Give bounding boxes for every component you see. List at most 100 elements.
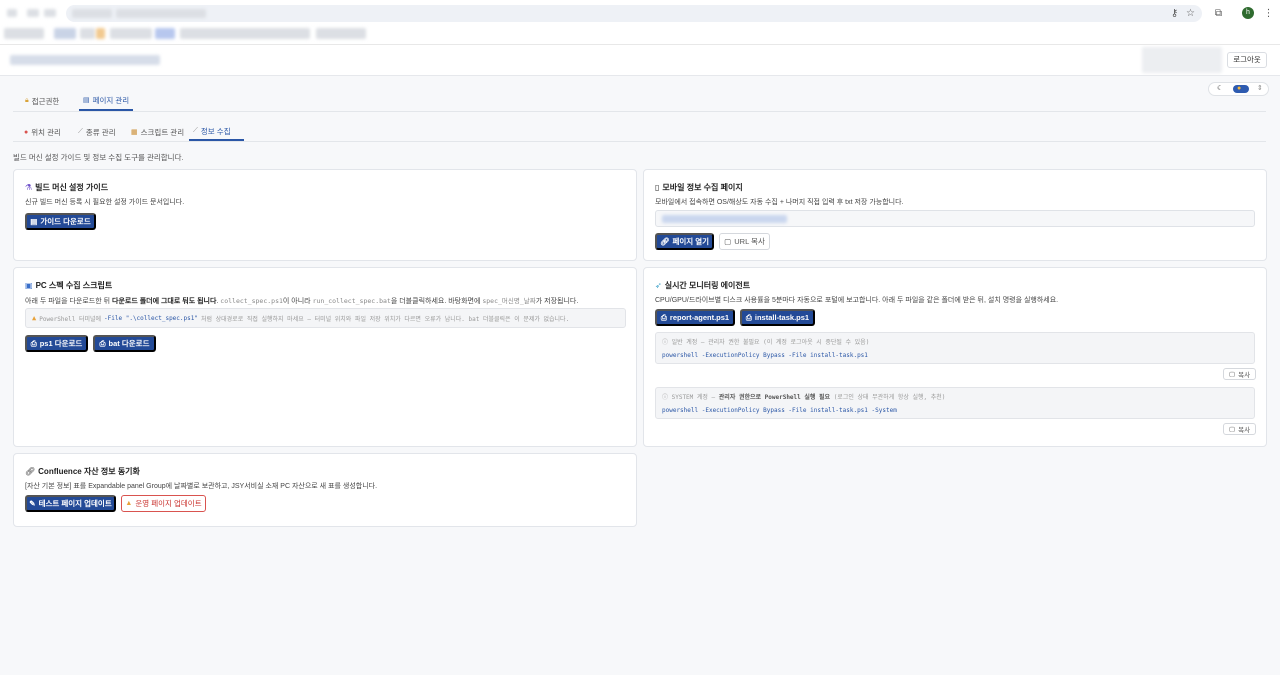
card-subtitle: 아래 두 파일을 다운로드한 뒤 다운로드 폴더에 그대로 둬도 됩니다. co… (25, 295, 578, 306)
tab-location[interactable]: ● 위치 관리 (20, 123, 65, 141)
warning-text: PowerShell 터미널에 (39, 315, 102, 323)
script-icon: ▦ (131, 129, 138, 136)
logout-button[interactable]: 로그아웃 (1227, 52, 1267, 68)
bat-download-button[interactable]: ⎙ bat 다운로드 (93, 335, 156, 352)
button-label: 페이지 열기 (672, 237, 710, 246)
button-label: 테스트 페이지 업데이트 (38, 499, 112, 508)
key-icon[interactable]: ⚷ (1168, 7, 1181, 20)
subtitle-text: 을 더블클릭하세요. 바탕화면에 (390, 298, 483, 305)
document-icon: ▤ (30, 217, 38, 226)
bookmark-placeholder[interactable] (155, 28, 175, 39)
copy-url-button[interactable]: ▢ URL 복사 (719, 233, 770, 250)
copy-command-button[interactable]: ▢ 복사 (1223, 423, 1256, 435)
card-title-text: 모바일 정보 수집 페이지 (662, 183, 743, 192)
button-label: URL 복사 (734, 237, 765, 246)
copy-command-button[interactable]: ▢ 복사 (1223, 368, 1256, 380)
tab-page-management[interactable]: ▤ 페이지 관리 (79, 91, 134, 111)
code-note-bold: 관리자 권한으로 PowerShell 실행 필요 (718, 394, 831, 401)
user-info-placeholder (1142, 47, 1222, 73)
link-icon: 🔗︎ (25, 467, 36, 476)
confluence-card: 🔗︎ Confluence 자산 정보 동기화 [자산 기본 정보] 표를 Ex… (13, 453, 637, 527)
mobile-url-field[interactable] (655, 210, 1255, 227)
download-icon: ⎙ (660, 312, 667, 322)
subtitle-code: run_collect_spec.bat (312, 297, 391, 305)
bookmark-placeholder[interactable] (96, 28, 105, 39)
test-page-update-button[interactable]: ✎ 테스트 페이지 업데이트 (25, 495, 116, 512)
guide-download-button[interactable]: ▤ 가이드 다운로드 (25, 213, 96, 230)
warning-text: 처럼 상대경로로 직접 실행하지 마세요 — 터미널 위치와 파일 저장 위치가… (200, 315, 570, 323)
subtitle-code: collect_spec.ps1 (220, 297, 283, 305)
button-label: 복사 (1238, 427, 1251, 434)
sub-tabs: ● 위치 관리 ⟋ 종류 관리 ▦ 스크립트 관리 ⟋ 정보 수집 (13, 123, 1266, 142)
install-task-download-button[interactable]: ⎙ install-task.ps1 (740, 309, 815, 326)
card-title: ▯ 모바일 정보 수집 페이지 (655, 182, 743, 193)
card-title: 🔗︎ Confluence 자산 정보 동기화 (25, 466, 140, 477)
star-icon[interactable]: ☆ (1184, 7, 1197, 20)
subtitle-text: 가 저장됩니다. (535, 298, 579, 305)
card-title-text: 실시간 모니터링 에이전트 (664, 281, 751, 290)
tab-script[interactable]: ▦ 스크립트 관리 (127, 123, 188, 141)
page-description: 빌드 머신 설정 가이드 및 정보 수집 도구를 관리합니다. (13, 153, 184, 162)
url-value-placeholder (662, 215, 787, 223)
nav-placeholder (44, 9, 56, 17)
extensions-icon[interactable]: ⧉ (1212, 7, 1225, 20)
bookmark-placeholder[interactable] (80, 28, 95, 39)
warning-icon: ▲ (32, 314, 37, 322)
download-icon: ⎙ (30, 338, 37, 348)
address-bar[interactable] (66, 5, 1202, 22)
button-label: 운영 페이지 업데이트 (135, 499, 202, 508)
warning-icon: ▲ (125, 500, 133, 507)
prod-page-update-button[interactable]: ▲ 운영 페이지 업데이트 (121, 495, 206, 512)
card-title: ⚗ 빌드 머신 설정 가이드 (25, 182, 108, 193)
bookmark-placeholder[interactable] (316, 28, 366, 39)
subtitle-text: 아래 두 파일을 다운로드한 뒤 (25, 298, 113, 305)
subtitle-code: spec_머신명_날짜 (482, 297, 536, 305)
card-subtitle: 모바일에서 접속하면 OS/해상도 자동 수집 + 나머지 직접 입력 후 tx… (655, 199, 904, 206)
tab-label: 스크립트 관리 (140, 127, 185, 137)
bookmark-placeholder[interactable] (4, 28, 44, 39)
tab-label: 위치 관리 (31, 127, 61, 137)
rocket-icon: ➶ (655, 281, 662, 290)
tab-type[interactable]: ⟋ 종류 관리 (74, 123, 120, 141)
tab-label: 정보 수집 (200, 126, 231, 136)
code-note: ⓘ 일반 계정 — 관리자 권한 불필요 (이 계정 로그아웃 시 중단될 수 … (662, 339, 870, 346)
url-placeholder (116, 9, 206, 18)
button-label: install-task.ps1 (754, 313, 810, 322)
profile-avatar[interactable]: h (1242, 7, 1254, 19)
code-note: ⓘ SYSTEM 계정 — 관리자 권한으로 PowerShell 실행 필요 … (662, 392, 1248, 401)
code-command[interactable]: powershell -ExecutionPolicy Bypass -File… (662, 407, 1248, 414)
link-icon: 🔗︎ (659, 237, 670, 246)
menu-icon[interactable]: ⋮ (1262, 7, 1275, 20)
open-page-button[interactable]: 🔗︎ 페이지 열기 (655, 233, 714, 250)
ps1-download-button[interactable]: ⎙ ps1 다운로드 (25, 335, 88, 352)
clipboard-icon: ▢ (724, 237, 732, 246)
report-agent-download-button[interactable]: ⎙ report-agent.ps1 (655, 309, 735, 326)
download-icon: ⎙ (745, 312, 752, 322)
code-note-text: ⓘ SYSTEM 계정 — (662, 394, 719, 401)
subtitle-text: 이 아니라 (282, 298, 313, 305)
tab-strip-placeholder (7, 9, 17, 17)
bookmark-placeholder[interactable] (110, 28, 152, 39)
nav-placeholder (27, 9, 39, 17)
card-subtitle: 신규 빌드 머신 등록 시 필요한 설정 가이드 문서입니다. (25, 199, 185, 206)
mobile-card: ▯ 모바일 정보 수집 페이지 모바일에서 접속하면 OS/해상도 자동 수집 … (643, 169, 1267, 261)
code-command[interactable]: powershell -ExecutionPolicy Bypass -File… (662, 352, 1248, 359)
flask-icon: ⚗ (25, 183, 33, 192)
tab-access[interactable]: 🔒︎ 접근권한 (21, 91, 63, 111)
card-subtitle: CPU/GPU/드라이브별 디스크 사용률을 5분마다 자동으로 포털에 보고합… (655, 297, 1059, 304)
card-title-text: Confluence 자산 정보 동기화 (38, 467, 140, 476)
guide-card: ⚗ 빌드 머신 설정 가이드 신규 빌드 머신 등록 시 필요한 설정 가이드 … (13, 169, 637, 261)
bookmark-placeholder[interactable] (54, 28, 76, 39)
card-title: ▣ PC 스펙 수집 스크립트 (25, 280, 112, 291)
tab-collect[interactable]: ⟋ 정보 수집 (189, 123, 244, 141)
button-label: 가이드 다운로드 (40, 217, 91, 226)
pc-spec-card: ▣ PC 스펙 수집 스크립트 아래 두 파일을 다운로드한 뒤 다운로드 폴더… (13, 267, 637, 447)
button-label: 복사 (1238, 372, 1251, 379)
code-block-system: ⓘ SYSTEM 계정 — 관리자 권한으로 PowerShell 실행 필요 … (655, 387, 1255, 419)
monitoring-agent-card: ➶ 실시간 모니터링 에이전트 CPU/GPU/드라이브별 디스크 사용률을 5… (643, 267, 1267, 447)
lock-icon: 🔒︎ (25, 97, 29, 104)
tab-label: 접근권한 (31, 96, 60, 106)
warning-box: ▲ PowerShell 터미널에 -File ".\collect_spec.… (25, 308, 626, 328)
tab-label: 페이지 관리 (92, 95, 130, 105)
bookmark-placeholder[interactable] (180, 28, 310, 39)
